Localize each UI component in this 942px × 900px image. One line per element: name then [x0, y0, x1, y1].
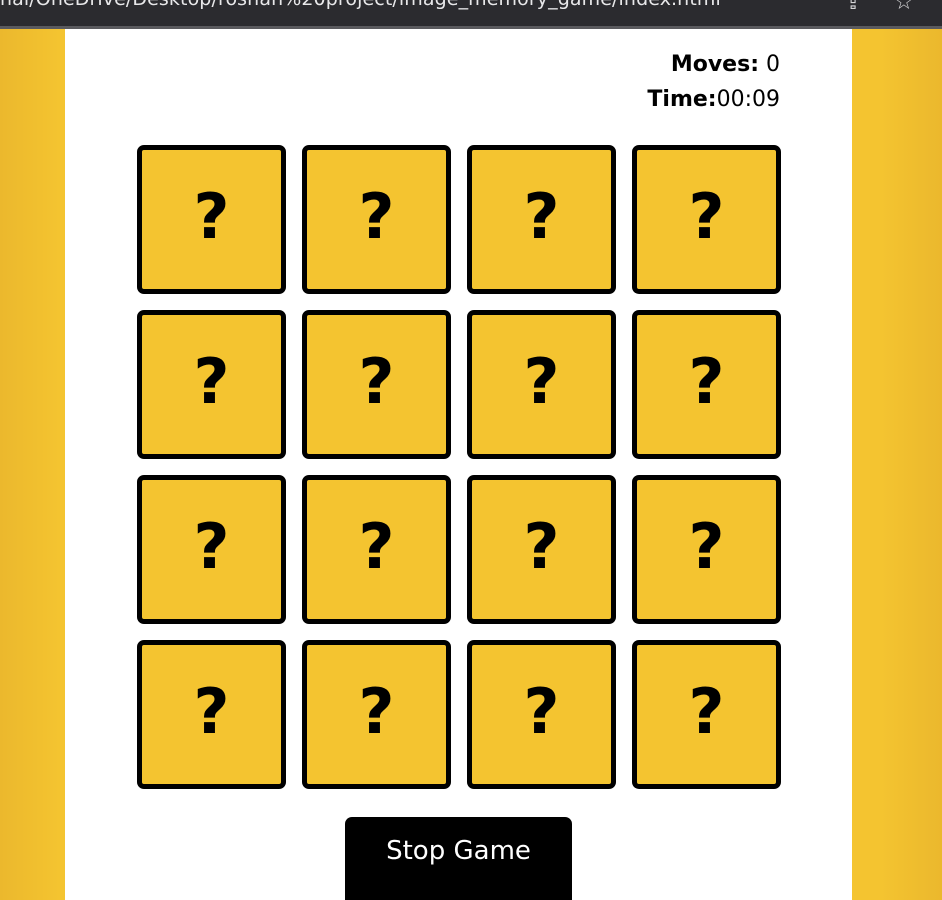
- share-icon[interactable]: ⇪: [844, 0, 862, 14]
- game-stats: Moves: 0 Time:00:09: [647, 47, 780, 117]
- memory-card[interactable]: ?: [302, 640, 451, 789]
- moves-value: 0: [759, 52, 780, 77]
- memory-card[interactable]: ?: [137, 145, 286, 294]
- question-mark-icon: ?: [523, 509, 560, 583]
- question-mark-icon: ?: [358, 179, 395, 253]
- game-panel: Moves: 0 Time:00:09 ? ? ? ? ? ? ? ? ? ? …: [65, 29, 852, 900]
- question-mark-icon: ?: [358, 509, 395, 583]
- time-value: 00:09: [716, 87, 780, 112]
- memory-card[interactable]: ?: [467, 640, 616, 789]
- moves-label: Moves:: [670, 52, 759, 77]
- timer: Time:00:09: [647, 82, 780, 117]
- memory-card[interactable]: ?: [467, 145, 616, 294]
- stop-game-button[interactable]: Stop Game: [345, 817, 572, 900]
- question-mark-icon: ?: [523, 674, 560, 748]
- question-mark-icon: ?: [688, 674, 725, 748]
- time-label: Time:: [647, 87, 717, 112]
- memory-card[interactable]: ?: [137, 310, 286, 459]
- star-icon[interactable]: ☆: [894, 0, 914, 14]
- memory-card[interactable]: ?: [302, 310, 451, 459]
- question-mark-icon: ?: [193, 179, 230, 253]
- card-grid: ? ? ? ? ? ? ? ? ? ? ? ? ? ? ? ?: [137, 145, 781, 789]
- memory-card[interactable]: ?: [632, 310, 781, 459]
- question-mark-icon: ?: [193, 509, 230, 583]
- question-mark-icon: ?: [358, 344, 395, 418]
- question-mark-icon: ?: [523, 179, 560, 253]
- question-mark-icon: ?: [688, 179, 725, 253]
- question-mark-icon: ?: [688, 344, 725, 418]
- memory-card[interactable]: ?: [632, 145, 781, 294]
- browser-toolbar: nal/OneDrive/Desktop/roshan%20project/im…: [0, 0, 942, 29]
- memory-card[interactable]: ?: [632, 475, 781, 624]
- question-mark-icon: ?: [523, 344, 560, 418]
- question-mark-icon: ?: [358, 674, 395, 748]
- question-mark-icon: ?: [193, 674, 230, 748]
- question-mark-icon: ?: [688, 509, 725, 583]
- memory-card[interactable]: ?: [632, 640, 781, 789]
- moves-counter: Moves: 0: [647, 47, 780, 82]
- memory-card[interactable]: ?: [302, 475, 451, 624]
- memory-card[interactable]: ?: [302, 145, 451, 294]
- memory-card[interactable]: ?: [467, 310, 616, 459]
- question-mark-icon: ?: [193, 344, 230, 418]
- memory-card[interactable]: ?: [137, 475, 286, 624]
- address-bar-url[interactable]: nal/OneDrive/Desktop/roshan%20project/im…: [0, 0, 721, 10]
- memory-card[interactable]: ?: [137, 640, 286, 789]
- memory-card[interactable]: ?: [467, 475, 616, 624]
